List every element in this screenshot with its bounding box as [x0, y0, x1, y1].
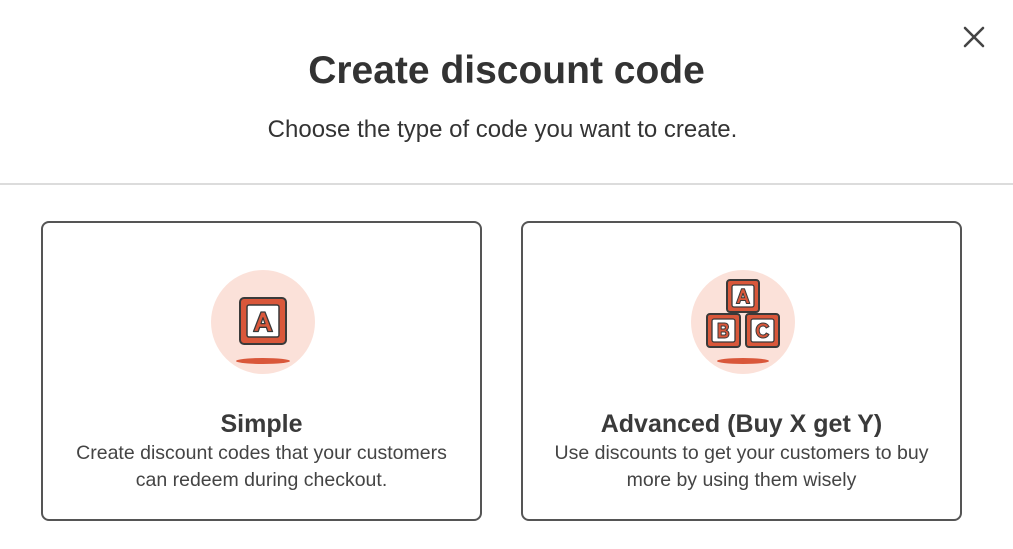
advanced-option-title: Advanced (Buy X get Y) — [600, 410, 883, 438]
block-a-icon — [211, 270, 315, 374]
simple-option-description: Create discount codes that your customer… — [76, 442, 447, 491]
dialog-title: Create discount code — [308, 49, 705, 92]
abc-blocks-icon — [691, 270, 795, 374]
advanced-option-card[interactable]: Advanced (Buy X get Y) Use discounts to … — [521, 221, 962, 521]
simple-option-card[interactable]: Simple Create discount codes that your c… — [41, 221, 482, 521]
create-discount-dialog: Create discount code Choose the type of … — [0, 0, 1013, 549]
dialog-subtitle: Choose the type of code you want to crea… — [267, 116, 738, 143]
advanced-option-description: Use discounts to get your customers to b… — [554, 442, 929, 491]
header-divider — [0, 183, 1013, 185]
simple-option-title: Simple — [220, 410, 303, 438]
